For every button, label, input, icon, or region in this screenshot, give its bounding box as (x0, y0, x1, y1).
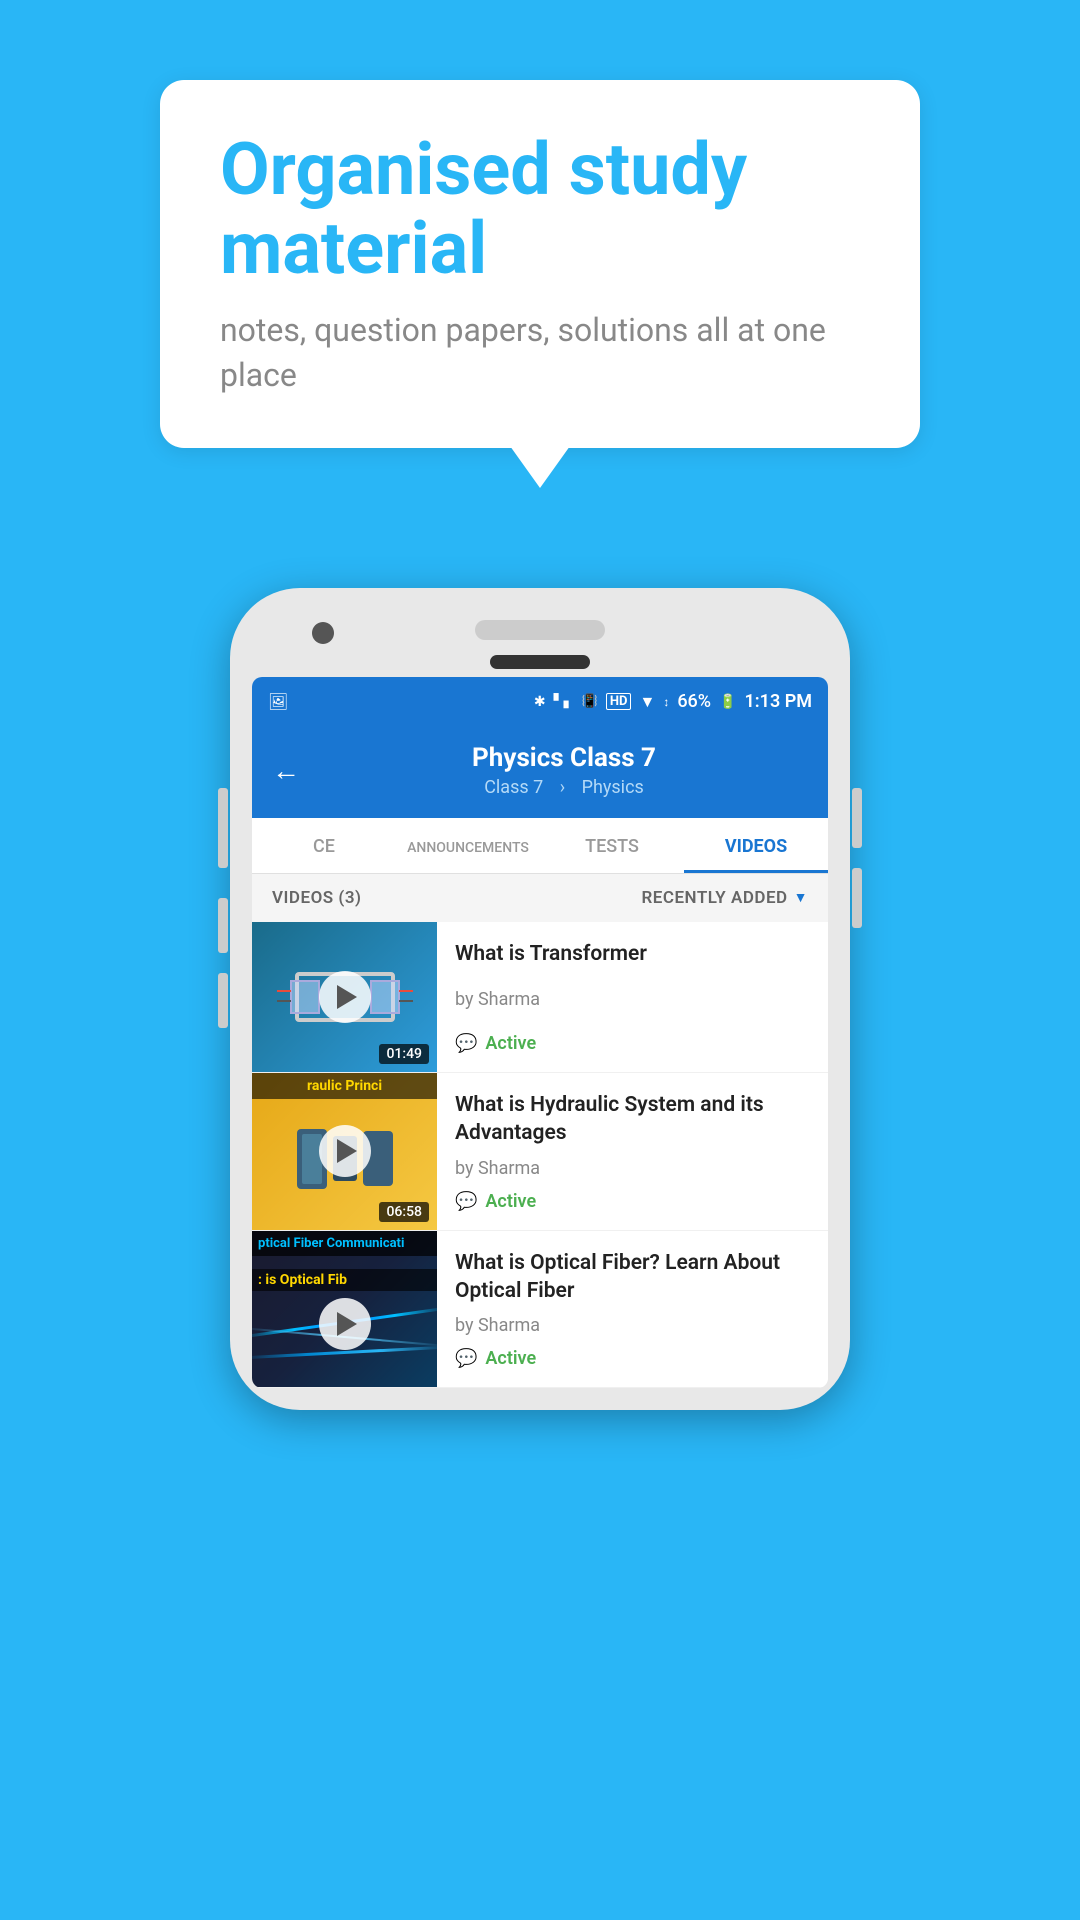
status-label-3: Active (485, 1348, 536, 1369)
status-left: 🖼 (268, 692, 288, 711)
video-status-2: 💬 Active (455, 1191, 812, 1212)
status-label-1: Active (485, 1033, 536, 1054)
top-section: Organised study material notes, question… (0, 0, 1080, 508)
breadcrumb-class: Class 7 (484, 777, 543, 798)
header-main-title: Physics Class 7 (320, 743, 808, 773)
play-button-2[interactable] (319, 1125, 371, 1177)
video-thumbnail-1: 01:49 (252, 922, 437, 1072)
video-title-1: What is Transformer (455, 940, 812, 968)
phone-mockup: 🖼 ✱ ▘▖ 📳 HD ▼ ↕ 66% 🔋 1:13 PM (0, 588, 1080, 1410)
play-triangle-icon-2 (337, 1139, 357, 1163)
video-duration-2: 06:58 (379, 1202, 429, 1222)
video-author-3: by Sharma (455, 1315, 812, 1336)
video-title-2: What is Hydraulic System and its Advanta… (455, 1091, 812, 1148)
video-title-3: What is Optical Fiber? Learn About Optic… (455, 1249, 812, 1306)
play-triangle-icon (337, 985, 357, 1009)
sort-label: RECENTLY ADDED (641, 888, 787, 908)
front-camera (312, 622, 334, 644)
vol-mid-button (218, 898, 228, 953)
tab-tests[interactable]: TESTS (540, 818, 684, 873)
video-item[interactable]: 01:49 What is Transformer by Sharma 💬 Ac… (252, 922, 828, 1073)
data-icon: ↕ (663, 695, 669, 709)
signal-bars-icon: ▘▖ (554, 694, 574, 709)
video-thumbnail-3: ptical Fiber Communicati : is Optical Fi… (252, 1231, 437, 1388)
wifi-icon: ▼ (639, 692, 655, 712)
power-button (852, 788, 862, 848)
video-info-1: What is Transformer by Sharma 💬 Active (437, 922, 828, 1072)
video-play-overlay-3 (252, 1231, 437, 1388)
chat-icon-1: 💬 (455, 1033, 477, 1054)
video-item-3[interactable]: ptical Fiber Communicati : is Optical Fi… (252, 1231, 828, 1389)
breadcrumb-subject: Physics (582, 777, 644, 798)
video-author-2: by Sharma (455, 1158, 812, 1179)
video-status-3: 💬 Active (455, 1348, 812, 1369)
header-title-block: Physics Class 7 Class 7 › Physics (320, 743, 808, 798)
video-info-2: What is Hydraulic System and its Advanta… (437, 1073, 828, 1230)
videos-count: VIDEOS (3) (272, 888, 362, 908)
status-label-2: Active (485, 1191, 536, 1212)
photo-icon: 🖼 (268, 692, 288, 711)
status-right: ✱ ▘▖ 📳 HD ▼ ↕ 66% 🔋 1:13 PM (534, 691, 812, 712)
play-triangle-icon-3 (337, 1312, 357, 1336)
phone-top-bar (252, 610, 828, 645)
chat-icon-2: 💬 (455, 1191, 477, 1212)
tabs-bar: CE ANNOUNCEMENTS TESTS VIDEOS (252, 818, 828, 874)
bluetooth-icon: ✱ (534, 694, 546, 710)
phone-outer-shell: 🖼 ✱ ▘▖ 📳 HD ▼ ↕ 66% 🔋 1:13 PM (230, 588, 850, 1410)
hd-badge: HD (606, 693, 632, 710)
chat-icon-3: 💬 (455, 1348, 477, 1369)
video-thumbnail-2: raulic Princi (252, 1073, 437, 1230)
time-display: 1:13 PM (744, 691, 812, 712)
vol-low-button (218, 973, 228, 1028)
bubble-title: Organised study material (220, 130, 860, 288)
sort-filter[interactable]: RECENTLY ADDED ▼ (641, 888, 808, 908)
status-bar: 🖼 ✱ ▘▖ 📳 HD ▼ ↕ 66% 🔋 1:13 PM (252, 677, 828, 727)
video-author-1: by Sharma (455, 989, 812, 1010)
home-indicator (490, 655, 590, 669)
volume-down-button (852, 868, 862, 928)
app-header: ← Physics Class 7 Class 7 › Physics (252, 727, 828, 818)
video-list: 01:49 What is Transformer by Sharma 💬 Ac… (252, 922, 828, 1388)
tab-ce[interactable]: CE (252, 818, 396, 873)
tab-announcements[interactable]: ANNOUNCEMENTS (396, 818, 540, 873)
play-button-1[interactable] (319, 971, 371, 1023)
tab-videos[interactable]: VIDEOS (684, 818, 828, 873)
vibrate-icon: 📳 (582, 694, 598, 709)
breadcrumb-sep: › (560, 777, 565, 798)
play-button-3[interactable] (319, 1298, 371, 1350)
speech-bubble: Organised study material notes, question… (160, 80, 920, 448)
battery-percent: 66% (677, 691, 711, 712)
chevron-down-icon: ▼ (794, 889, 808, 906)
page-background: Organised study material notes, question… (0, 0, 1080, 1920)
video-item-2[interactable]: raulic Princi (252, 1073, 828, 1231)
video-info-3: What is Optical Fiber? Learn About Optic… (437, 1231, 828, 1388)
phone-screen: 🖼 ✱ ▘▖ 📳 HD ▼ ↕ 66% 🔋 1:13 PM (252, 677, 828, 1388)
volume-up-button (218, 788, 228, 868)
filter-bar: VIDEOS (3) RECENTLY ADDED ▼ (252, 874, 828, 922)
bubble-subtitle: notes, question papers, solutions all at… (220, 308, 860, 398)
battery-icon: 🔋 (719, 694, 736, 710)
header-breadcrumb: Class 7 › Physics (320, 777, 808, 798)
video-duration-1: 01:49 (379, 1044, 429, 1064)
back-button[interactable]: ← (272, 754, 300, 787)
phone-speaker (475, 620, 605, 640)
video-status-1: 💬 Active (455, 1033, 812, 1054)
